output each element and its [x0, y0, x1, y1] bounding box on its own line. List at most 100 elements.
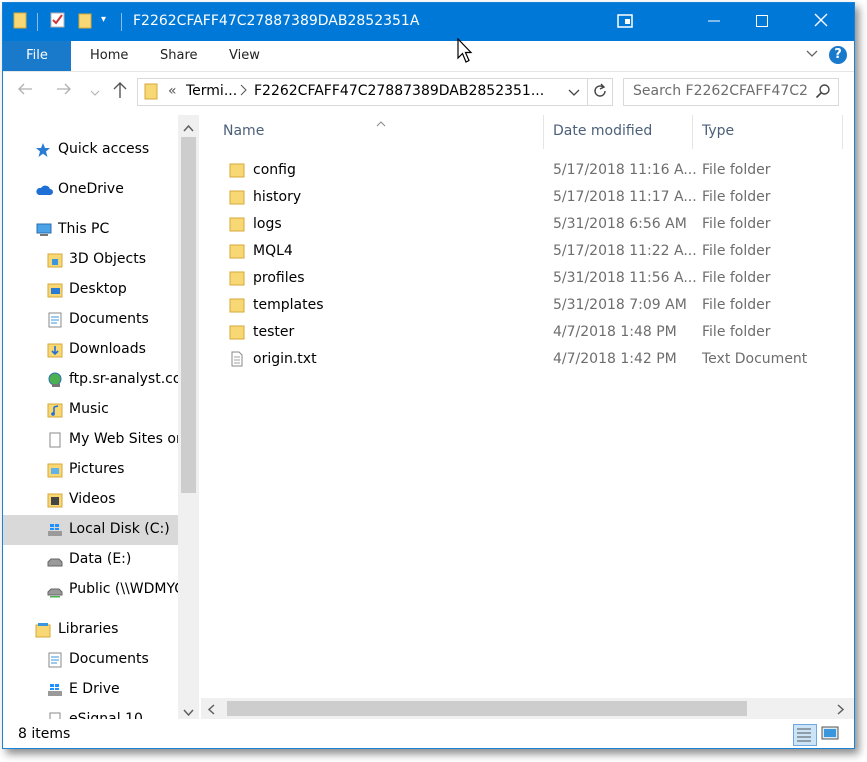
breadcrumb-overflow[interactable]: « — [168, 83, 177, 99]
scroll-down-icon[interactable] — [183, 705, 194, 719]
pictures-icon — [47, 462, 63, 478]
file-type: File folder — [702, 216, 771, 232]
file-row-templates[interactable]: templates 5/31/2018 7:09 AM File folder — [201, 292, 841, 319]
address-bar[interactable]: « Termi... F2262CFAFF47C27887389DAB28523… — [137, 78, 613, 106]
nav-item-pictures[interactable]: Pictures — [3, 455, 178, 485]
back-button[interactable] — [17, 81, 33, 101]
nav-item-onedrive[interactable]: OneDrive — [3, 175, 178, 205]
nav-item-3d-objects[interactable]: 3D Objects — [3, 245, 178, 275]
nav-label: My Web Sites on — [69, 431, 185, 447]
nav-item-local-disk-c[interactable]: Local Disk (C:) — [3, 515, 178, 545]
column-divider[interactable] — [842, 115, 843, 149]
maximize-button[interactable] — [739, 3, 785, 41]
search-icon[interactable] — [815, 83, 831, 103]
file-name: MQL4 — [253, 243, 293, 259]
nav-item-esignal[interactable]: eSignal 10 — [3, 705, 178, 719]
column-header-date[interactable]: Date modified — [553, 123, 652, 139]
document-icon — [47, 432, 63, 448]
file-row-origin-txt[interactable]: origin.txt 4/7/2018 1:42 PM Text Documen… — [201, 346, 841, 373]
nav-item-e-drive[interactable]: E Drive — [3, 675, 178, 705]
nav-item-documents[interactable]: Documents — [3, 305, 178, 335]
close-button[interactable] — [798, 3, 844, 41]
file-row-config[interactable]: config 5/17/2018 11:16 A... File folder — [201, 157, 841, 184]
nav-label: 3D Objects — [69, 251, 147, 267]
nav-item-library-documents[interactable]: Documents — [3, 645, 178, 675]
tab-home[interactable]: Home — [90, 41, 128, 71]
address-dropdown-icon[interactable] — [568, 86, 580, 102]
explorer-window: ▾ F2262CFAFF47C27887389DAB2852351A File … — [2, 2, 855, 749]
nav-item-my-web-sites[interactable]: My Web Sites on — [3, 425, 185, 455]
large-icons-view-button[interactable] — [820, 724, 842, 744]
file-name: templates — [253, 297, 324, 313]
downloads-icon — [47, 342, 63, 358]
folder-icon — [229, 243, 245, 259]
nav-scroll-thumb[interactable] — [181, 137, 196, 493]
file-name: tester — [253, 324, 295, 340]
new-folder-icon[interactable] — [77, 11, 93, 33]
tab-view[interactable]: View — [229, 41, 260, 71]
column-header-name[interactable]: Name — [223, 123, 264, 139]
minimize-button[interactable] — [691, 3, 737, 41]
scroll-right-icon[interactable] — [837, 703, 845, 719]
nav-item-public-wdmycloud[interactable]: Public (\\WDMYCLOUD — [3, 575, 199, 605]
file-row-tester[interactable]: tester 4/7/2018 1:48 PM File folder — [201, 319, 841, 346]
desktop-folder-icon — [47, 282, 63, 298]
expand-ribbon-icon[interactable] — [806, 47, 818, 63]
title-bar[interactable]: ▾ F2262CFAFF47C27887389DAB2852351A — [3, 3, 854, 41]
tab-file[interactable]: File — [3, 41, 71, 71]
file-date: 5/17/2018 11:16 A... — [553, 162, 697, 178]
file-date: 5/17/2018 11:22 A... — [553, 243, 697, 259]
file-type: Text Document — [702, 351, 808, 367]
nav-item-videos[interactable]: Videos — [3, 485, 178, 515]
file-row-mql4[interactable]: MQL4 5/17/2018 11:22 A... File folder — [201, 238, 841, 265]
forward-button[interactable] — [56, 81, 72, 101]
status-bar: 8 items — [3, 721, 854, 748]
tab-share[interactable]: Share — [160, 41, 198, 71]
file-name: logs — [253, 216, 282, 232]
horizontal-scrollbar[interactable] — [201, 698, 854, 719]
column-divider[interactable] — [692, 115, 693, 149]
nav-item-data-e[interactable]: Data (E:) — [3, 545, 178, 575]
nav-item-ftp[interactable]: ftp.sr-analyst.com — [3, 365, 195, 395]
music-icon — [47, 402, 63, 418]
nav-item-desktop[interactable]: Desktop — [3, 275, 178, 305]
file-type: File folder — [702, 270, 771, 286]
nav-item-downloads[interactable]: Downloads — [3, 335, 178, 365]
windows-drive-icon — [47, 682, 63, 698]
minimize-icon — [708, 20, 720, 22]
folder-icon — [229, 189, 245, 205]
nav-item-libraries[interactable]: Libraries — [3, 615, 178, 645]
details-view-button[interactable] — [793, 724, 817, 746]
help-button[interactable]: ? — [829, 46, 847, 64]
nav-item-music[interactable]: Music — [3, 395, 178, 425]
column-divider[interactable] — [543, 115, 544, 149]
file-name: config — [253, 162, 296, 178]
breadcrumb-terminal[interactable]: Termi... — [186, 83, 237, 99]
file-date: 5/31/2018 11:56 A... — [553, 270, 697, 286]
scroll-up-icon[interactable] — [183, 120, 194, 136]
nav-item-quick-access[interactable]: Quick access — [3, 135, 178, 165]
breadcrumb-current[interactable]: F2262CFAFF47C27887389DAB2852351... — [254, 83, 544, 99]
breadcrumb-separator-icon[interactable] — [238, 83, 248, 101]
file-row-history[interactable]: history 5/17/2018 11:17 A... File folder — [201, 184, 841, 211]
divider — [587, 79, 588, 105]
file-date: 4/7/2018 1:48 PM — [553, 324, 677, 340]
nav-item-this-pc[interactable]: This PC — [3, 215, 178, 245]
recent-locations-button[interactable] — [90, 83, 100, 102]
up-button[interactable] — [112, 81, 128, 103]
column-header-type[interactable]: Type — [702, 123, 734, 139]
properties-icon[interactable] — [49, 11, 67, 33]
windows-drive-icon — [47, 522, 63, 538]
file-row-profiles[interactable]: profiles 5/31/2018 11:56 A... File folde… — [201, 265, 841, 292]
folder-3d-icon — [47, 252, 63, 268]
nav-scrollbar[interactable] — [178, 115, 199, 719]
file-row-logs[interactable]: logs 5/31/2018 6:56 AM File folder — [201, 211, 841, 238]
search-placeholder[interactable]: Search F2262CFAFF47C2... — [633, 83, 809, 99]
search-box[interactable]: Search F2262CFAFF47C2... — [623, 78, 839, 106]
ribbon-tabs: File Home Share View ? — [3, 41, 854, 72]
scroll-left-icon[interactable] — [207, 703, 215, 719]
horizontal-scroll-thumb[interactable] — [227, 701, 747, 716]
refresh-icon[interactable] — [592, 83, 608, 103]
file-type: File folder — [702, 243, 771, 259]
customize-qat-icon[interactable]: ▾ — [101, 14, 113, 36]
